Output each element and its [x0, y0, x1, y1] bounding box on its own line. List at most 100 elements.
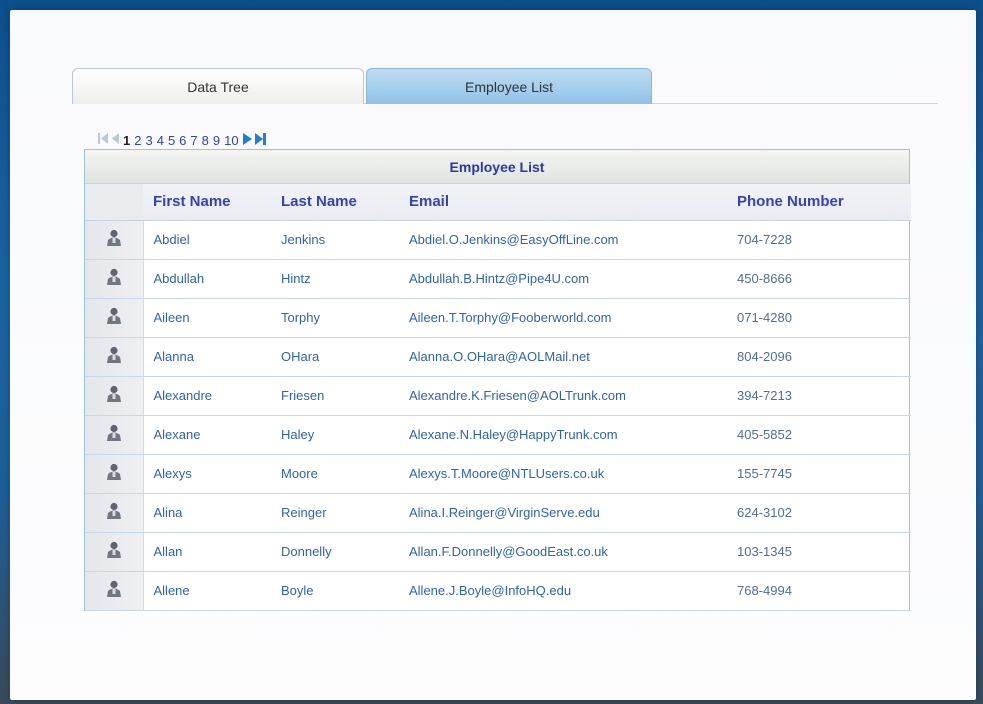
cell-phone-number: 704-7228	[727, 220, 911, 260]
row-selector[interactable]	[85, 493, 144, 533]
table-row[interactable]: Allene Boyle Allene.J.Boyle@InfoHQ.edu 768-…	[85, 571, 911, 611]
cell-phone-number: 768-4994	[727, 571, 911, 611]
cell-last-name: Reinger	[271, 493, 399, 533]
table-row[interactable]: Abdullah Hintz Abdullah.B.Hintz@Pipe4U.com…	[85, 259, 911, 299]
cell-phone-number: 405-5852	[727, 415, 911, 455]
cell-first-name: Alexandre	[143, 376, 271, 416]
row-selector[interactable]	[85, 337, 144, 377]
row-selector-header	[85, 184, 143, 221]
next-page-icon[interactable]	[242, 132, 252, 148]
cell-phone-number: 071-4280	[727, 298, 911, 338]
column-header-phone-number[interactable]: Phone Number	[727, 184, 911, 221]
cell-last-name: Moore	[271, 454, 399, 494]
table-row[interactable]: Alanna OHara Alanna.O.OHara@AOLMail.net 804…	[85, 337, 911, 377]
table-row[interactable]: Alexys Moore Alexys.T.Moore@NTLUsers.co.uk…	[85, 454, 911, 494]
cell-email: Alexane.N.Haley@HappyTrunk.com	[399, 415, 727, 455]
cell-last-name: Torphy	[271, 298, 399, 338]
page-link[interactable]: 4	[156, 133, 165, 148]
person-icon	[106, 424, 122, 445]
cell-last-name: Hintz	[271, 259, 399, 299]
cell-email: Allene.J.Boyle@InfoHQ.edu	[399, 571, 727, 611]
table-body: Abdiel Jenkins Abdiel.O.Jenkins@EasyOffLin…	[85, 220, 911, 611]
person-icon	[106, 268, 122, 289]
page-link[interactable]: 10	[223, 133, 239, 148]
table-row[interactable]: Alexandre Friesen Alexandre.K.Friesen@AOLT…	[85, 376, 911, 416]
cell-last-name: Donnelly	[271, 532, 399, 572]
column-header-last-name[interactable]: Last Name	[271, 184, 399, 221]
page-link[interactable]: 6	[178, 133, 187, 148]
cell-email: Allan.F.Donnelly@GoodEast.co.uk	[399, 532, 727, 572]
cell-first-name: Abdiel	[143, 220, 271, 260]
cell-first-name: Alina	[143, 493, 271, 533]
cell-email: Alina.I.Reinger@VirginServe.edu	[399, 493, 727, 533]
person-icon	[106, 541, 122, 562]
person-icon	[106, 502, 122, 523]
tab-data-tree-label: Data Tree	[187, 78, 249, 95]
cell-phone-number: 103-1345	[727, 532, 911, 572]
row-selector[interactable]	[85, 376, 144, 416]
table-row[interactable]: Aileen Torphy Aileen.T.Torphy@Fooberworld.…	[85, 298, 911, 338]
cell-last-name: Jenkins	[271, 220, 399, 260]
table-header-row: First Name Last Name Email Phone Number	[85, 184, 911, 221]
tab-data-tree[interactable]: Data Tree	[72, 68, 364, 104]
cell-email: Abdiel.O.Jenkins@EasyOffLine.com	[399, 220, 727, 260]
page-link[interactable]: 5	[167, 133, 176, 148]
cell-email: Alanna.O.OHara@AOLMail.net	[399, 337, 727, 377]
row-selector[interactable]	[85, 415, 144, 455]
row-selector[interactable]	[85, 571, 144, 611]
cell-phone-number: 394-7213	[727, 376, 911, 416]
person-icon	[106, 580, 122, 601]
cell-email: Alexandre.K.Friesen@AOLTrunk.com	[399, 376, 727, 416]
pagination: 1 2 3 4 5 6 7 8 9 10	[98, 130, 266, 150]
person-icon	[106, 346, 122, 367]
cell-last-name: Haley	[271, 415, 399, 455]
page-link[interactable]: 9	[212, 133, 221, 148]
first-page-icon[interactable]	[98, 133, 108, 147]
cell-last-name: OHara	[271, 337, 399, 377]
cell-first-name: Allene	[143, 571, 271, 611]
employee-table: First Name Last Name Email Phone Number …	[85, 184, 911, 611]
person-icon	[106, 463, 122, 484]
cell-phone-number: 804-2096	[727, 337, 911, 377]
cell-phone-number: 155-7745	[727, 454, 911, 494]
page-link[interactable]: 3	[144, 133, 153, 148]
cell-first-name: Alexane	[143, 415, 271, 455]
cell-phone-number: 450-8666	[727, 259, 911, 299]
page-link[interactable]: 1	[122, 133, 131, 148]
cell-first-name: Abdullah	[143, 259, 271, 299]
page-link[interactable]: 2	[133, 133, 142, 148]
cell-last-name: Boyle	[271, 571, 399, 611]
previous-page-icon[interactable]	[111, 133, 119, 147]
tab-strip: Data Tree Employee List	[72, 68, 938, 104]
cell-first-name: Aileen	[143, 298, 271, 338]
cell-first-name: Alexys	[143, 454, 271, 494]
last-page-icon[interactable]	[254, 132, 266, 148]
page-link[interactable]: 7	[189, 133, 198, 148]
page-number-list: 1 2 3 4 5 6 7 8 9 10	[122, 133, 240, 148]
row-selector[interactable]	[85, 259, 144, 299]
tab-employee-list-label: Employee List	[465, 78, 553, 95]
page-link[interactable]: 8	[201, 133, 210, 148]
table-row[interactable]: Alexane Haley Alexane.N.Haley@HappyTrunk.c…	[85, 415, 911, 455]
column-header-first-name[interactable]: First Name	[143, 184, 271, 221]
column-header-email[interactable]: Email	[399, 184, 727, 221]
employee-grid: Employee List First Name Last Name Email…	[84, 149, 911, 611]
grid-caption: Employee List	[85, 150, 909, 184]
table-row[interactable]: Alina Reinger Alina.I.Reinger@VirginServe.…	[85, 493, 911, 533]
person-icon	[106, 307, 122, 328]
cell-email: Alexys.T.Moore@NTLUsers.co.uk	[399, 454, 727, 494]
row-selector[interactable]	[85, 220, 144, 260]
cell-first-name: Alanna	[143, 337, 271, 377]
person-icon	[106, 229, 122, 250]
table-row[interactable]: Abdiel Jenkins Abdiel.O.Jenkins@EasyOffLin…	[85, 220, 911, 260]
person-icon	[106, 385, 122, 406]
cell-email: Abdullah.B.Hintz@Pipe4U.com	[399, 259, 727, 299]
tab-employee-list[interactable]: Employee List	[366, 68, 652, 104]
row-selector[interactable]	[85, 298, 144, 338]
cell-last-name: Friesen	[271, 376, 399, 416]
cell-first-name: Allan	[143, 532, 271, 572]
row-selector[interactable]	[85, 532, 144, 572]
table-row[interactable]: Allan Donnelly Allan.F.Donnelly@GoodEast.c…	[85, 532, 911, 572]
row-selector[interactable]	[85, 454, 144, 494]
cell-phone-number: 624-3102	[727, 493, 911, 533]
